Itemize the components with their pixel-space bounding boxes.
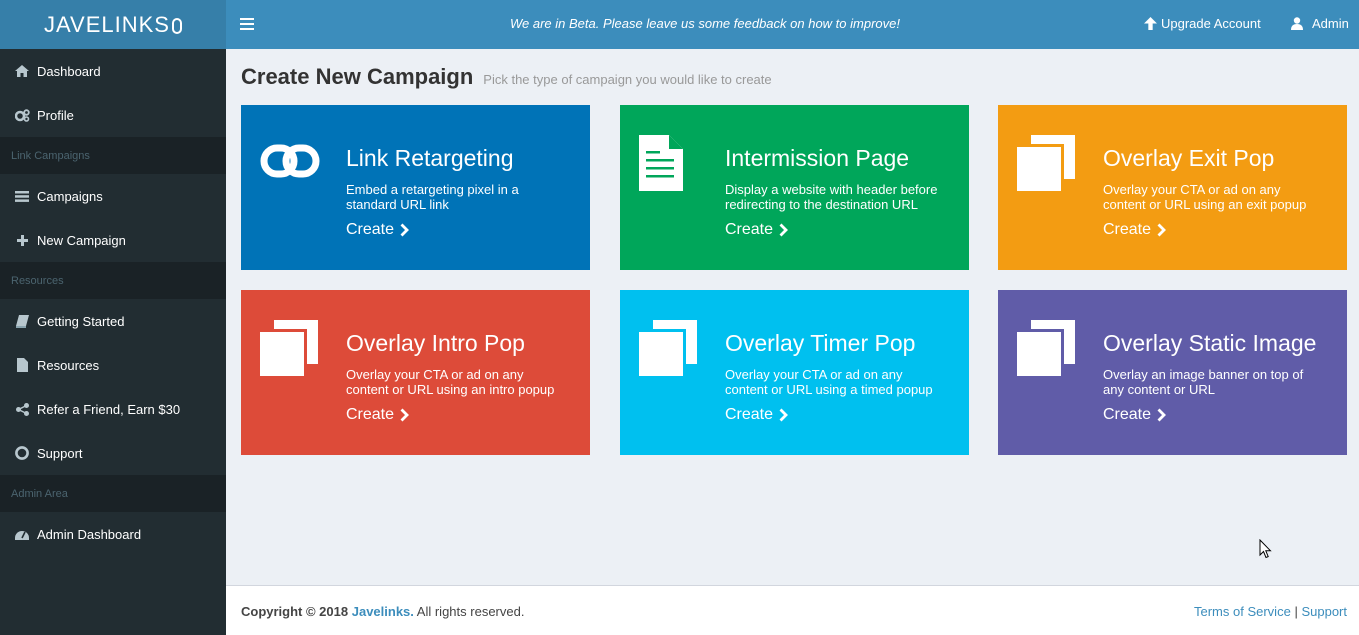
mouse-cursor-icon xyxy=(1259,539,1272,559)
sidebar-item-resources[interactable]: Resources xyxy=(0,343,226,387)
footer-links: Terms of Service | Support xyxy=(1194,604,1347,619)
create-link-retargeting-button[interactable]: Create xyxy=(346,221,410,239)
sidebar-item-profile[interactable]: Profile xyxy=(0,93,226,137)
tile-title: Overlay Intro Pop xyxy=(346,330,525,356)
support-link[interactable]: Support xyxy=(1301,604,1347,619)
chevron-right-icon xyxy=(1157,408,1167,422)
clone-icon xyxy=(636,320,697,379)
tile-title: Overlay Exit Pop xyxy=(1103,145,1275,171)
book-icon xyxy=(14,314,30,328)
tile-overlay-exit-pop[interactable]: Overlay Exit Pop Overlay your CTA or ad … xyxy=(998,105,1347,270)
sidebar-item-campaigns[interactable]: Campaigns xyxy=(0,174,226,218)
home-icon xyxy=(14,65,30,77)
create-label: Create xyxy=(725,221,774,238)
tile-description: Overlay your CTA or ad on any content or… xyxy=(725,367,933,397)
tile-description: Embed a retargeting pixel in a standard … xyxy=(346,182,519,212)
chevron-right-icon xyxy=(1157,223,1167,237)
sidebar-item-dashboard[interactable]: Dashboard xyxy=(0,49,226,93)
beta-message: We are in Beta. Please leave us some fee… xyxy=(510,16,900,31)
sidebar-item-getting-started[interactable]: Getting Started xyxy=(0,299,226,343)
logo-text: JAVELINKS xyxy=(44,11,170,37)
life-ring-icon xyxy=(14,446,30,460)
create-label: Create xyxy=(346,406,395,423)
brand-link[interactable]: Javelinks. xyxy=(352,604,414,619)
upgrade-account-link[interactable]: Upgrade Account xyxy=(1144,16,1261,31)
sidebar-item-label: Getting Started xyxy=(37,313,125,329)
admin-label: Admin xyxy=(1312,16,1349,31)
terms-of-service-link[interactable]: Terms of Service xyxy=(1194,604,1291,619)
content-header: Create New Campaign Pick the type of cam… xyxy=(241,64,772,90)
sidebar-item-label: Dashboard xyxy=(37,63,101,79)
tile-title: Overlay Static Image xyxy=(1103,330,1317,356)
sidebar-item-label: Resources xyxy=(37,357,100,373)
sidebar-item-label: Admin Dashboard xyxy=(37,526,142,542)
tile-overlay-timer-pop[interactable]: Overlay Timer Pop Overlay your CTA or ad… xyxy=(620,290,969,455)
tile-overlay-intro-pop[interactable]: Overlay Intro Pop Overlay your CTA or ad… xyxy=(241,290,590,455)
page-title: Create New Campaign xyxy=(241,64,474,89)
sidebar-header-resources: Resources xyxy=(0,262,226,299)
create-overlay-timer-pop-button[interactable]: Create xyxy=(725,406,789,424)
tile-intermission-page[interactable]: Intermission Page Display a website with… xyxy=(620,105,969,270)
create-overlay-intro-pop-button[interactable]: Create xyxy=(346,406,410,424)
create-overlay-exit-pop-button[interactable]: Create xyxy=(1103,221,1167,239)
tile-description: Overlay your CTA or ad on any content or… xyxy=(346,367,555,397)
footer: Copyright © 2018 Javelinks. All rights r… xyxy=(226,585,1359,635)
upgrade-account-label: Upgrade Account xyxy=(1161,16,1261,31)
footer-separator: | xyxy=(1294,604,1298,619)
sidebar-toggle-icon[interactable] xyxy=(240,16,254,32)
tile-overlay-static-image[interactable]: Overlay Static Image Overlay an image ba… xyxy=(998,290,1347,455)
list-icon xyxy=(14,190,30,202)
link-icon xyxy=(260,143,320,184)
cogs-icon xyxy=(14,108,30,122)
copyright: Copyright © 2018 Javelinks. All rights r… xyxy=(241,604,524,619)
tile-title: Overlay Timer Pop xyxy=(725,330,916,356)
app-logo[interactable]: JAVELINKS xyxy=(0,0,226,49)
tile-description: Display a website with header before red… xyxy=(725,182,938,212)
file-text-icon xyxy=(639,135,683,196)
create-overlay-static-image-button[interactable]: Create xyxy=(1103,406,1167,424)
chevron-right-icon xyxy=(400,408,410,422)
chevron-right-icon xyxy=(779,408,789,422)
sidebar-item-label: Profile xyxy=(37,107,74,123)
chevron-right-icon xyxy=(400,223,410,237)
arrow-up-icon xyxy=(1144,17,1157,30)
chevron-right-icon xyxy=(779,223,789,237)
sidebar-item-label: Support xyxy=(37,445,83,461)
top-navbar: We are in Beta. Please leave us some fee… xyxy=(226,0,1359,49)
sidebar-item-label: Refer a Friend, Earn $30 xyxy=(37,401,181,417)
user-icon xyxy=(1291,17,1303,30)
tile-title: Intermission Page xyxy=(725,145,910,171)
tile-description: Overlay an image banner on top of any co… xyxy=(1103,367,1304,397)
sidebar-header-admin: Admin Area xyxy=(0,475,226,512)
create-label: Create xyxy=(346,221,395,238)
tile-description: Overlay your CTA or ad on any content or… xyxy=(1103,182,1307,212)
sidebar: Dashboard Profile Link Campaigns Campaig… xyxy=(0,49,226,635)
plus-icon xyxy=(14,234,30,246)
sidebar-item-refer[interactable]: Refer a Friend, Earn $30 xyxy=(0,387,226,431)
sidebar-item-support[interactable]: Support xyxy=(0,431,226,475)
tachometer-icon xyxy=(14,528,30,540)
create-label: Create xyxy=(1103,221,1152,238)
logo-mark-icon xyxy=(171,17,182,34)
create-intermission-page-button[interactable]: Create xyxy=(725,221,789,239)
clone-icon xyxy=(1014,320,1075,379)
clone-icon xyxy=(257,320,318,379)
tile-title: Link Retargeting xyxy=(346,145,514,171)
admin-user-menu[interactable]: Admin xyxy=(1291,16,1349,31)
file-icon xyxy=(14,358,30,372)
clone-icon xyxy=(1014,135,1075,194)
share-alt-icon xyxy=(14,402,30,416)
create-label: Create xyxy=(1103,406,1152,423)
create-label: Create xyxy=(725,406,774,423)
rights-text: All rights reserved. xyxy=(416,604,525,619)
sidebar-item-new-campaign[interactable]: New Campaign xyxy=(0,218,226,262)
sidebar-item-label: Campaigns xyxy=(37,188,103,204)
tile-link-retargeting[interactable]: Link Retargeting Embed a retargeting pix… xyxy=(241,105,590,270)
page-subtitle: Pick the type of campaign you would like… xyxy=(483,72,772,87)
sidebar-header-link-campaigns: Link Campaigns xyxy=(0,137,226,174)
sidebar-item-admin-dashboard[interactable]: Admin Dashboard xyxy=(0,512,226,556)
copyright-prefix: Copyright © 2018 xyxy=(241,604,349,619)
sidebar-item-label: New Campaign xyxy=(37,232,126,248)
